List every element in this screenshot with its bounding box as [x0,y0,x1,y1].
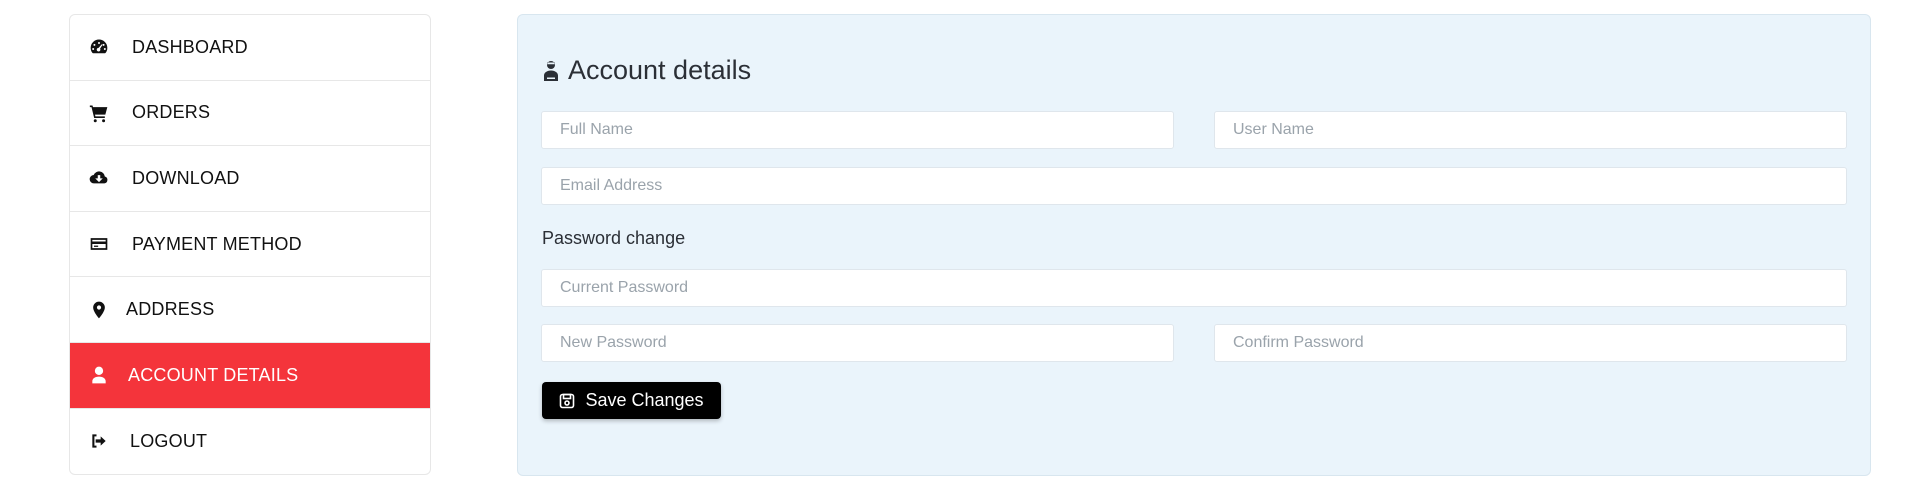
save-button-label: Save Changes [585,390,704,410]
confirm-password-input[interactable] [1214,324,1847,362]
current-password-input[interactable] [541,269,1847,307]
page-title-text: Account details [568,55,752,85]
user-icon [88,364,110,386]
cloud-download-icon [88,167,110,189]
sidebar-item-label: ADDRESS [126,299,215,320]
new-password-input[interactable] [541,324,1174,362]
sidebar-item-download[interactable]: DOWNLOAD [70,146,430,212]
credit-card-icon [88,233,110,255]
sidebar-item-label: DASHBOARD [132,36,248,57]
sidebar-item-logout[interactable]: LOGOUT [70,409,430,474]
user-icon [542,59,560,83]
save-icon [559,393,575,409]
account-details-panel: Account details Password change Save Cha… [517,14,1871,476]
account-sidebar: DASHBOARD ORDERS DOWNLOAD PAYMENT METHOD… [69,14,431,475]
sidebar-item-label: PAYMENT METHOD [132,233,302,254]
sidebar-item-label: DOWNLOAD [132,167,240,188]
save-changes-button[interactable]: Save Changes [542,382,721,419]
sidebar-item-payment-method[interactable]: PAYMENT METHOD [70,212,430,278]
sidebar-item-label: ORDERS [132,102,211,123]
sidebar-item-label: LOGOUT [130,430,208,451]
account-page: DASHBOARD ORDERS DOWNLOAD PAYMENT METHOD… [0,0,1906,481]
password-section-label: Password change [542,228,686,248]
sidebar-item-address[interactable]: ADDRESS [70,277,430,343]
sign-out-icon [88,430,110,452]
email-address-input[interactable] [541,167,1847,205]
full-name-input[interactable] [541,111,1174,149]
sidebar-item-orders[interactable]: ORDERS [70,81,430,147]
map-pin-icon [88,299,110,321]
page-title: Account details [542,55,751,86]
sidebar-item-dashboard[interactable]: DASHBOARD [70,15,430,81]
dashboard-gauge-icon [88,36,110,58]
user-name-input[interactable] [1214,111,1847,149]
cart-icon [88,102,110,124]
sidebar-item-account-details[interactable]: ACCOUNT DETAILS [70,342,430,409]
sidebar-item-label: ACCOUNT DETAILS [128,364,299,385]
